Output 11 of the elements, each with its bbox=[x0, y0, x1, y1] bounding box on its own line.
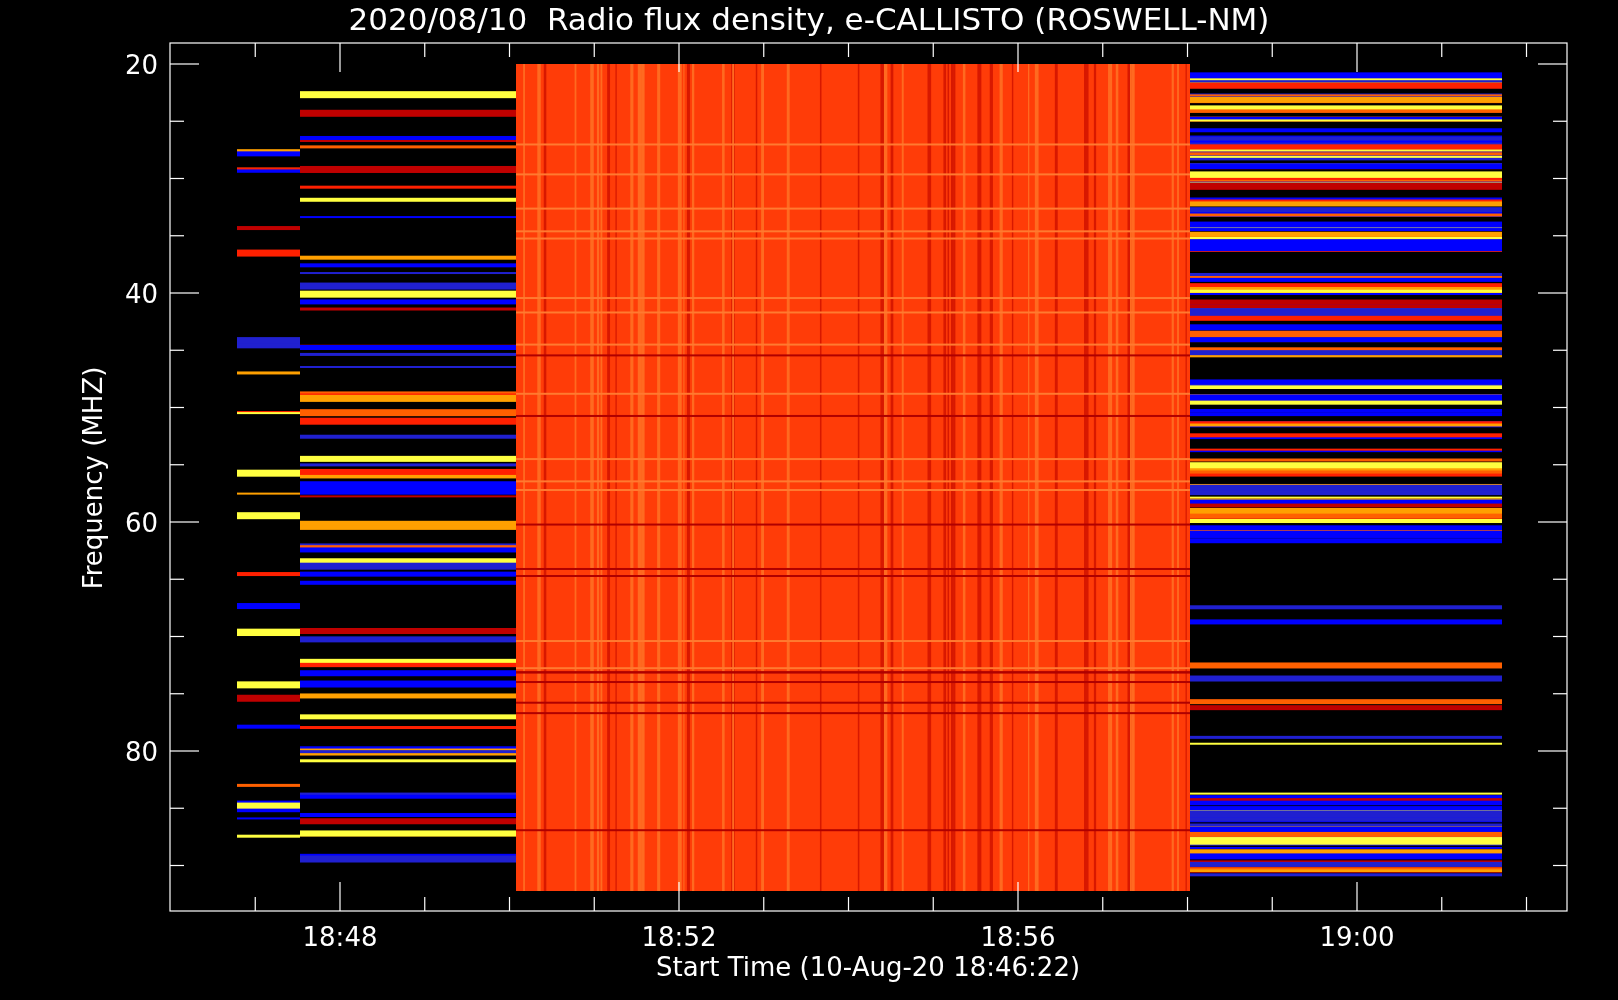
x-tick-label: 18:48 bbox=[302, 922, 378, 952]
x-tick-label: 18:56 bbox=[980, 922, 1056, 952]
chart-title: 2020/08/10 Radio flux density, e-CALLISTO (ROSWELL-NM) bbox=[348, 1, 1270, 37]
y-tick-label: 40 bbox=[124, 279, 158, 309]
y-axis-title: Frequency (MHZ) bbox=[78, 366, 108, 590]
x-tick-label: 19:00 bbox=[1319, 922, 1395, 952]
x-tick-label: 18:52 bbox=[641, 922, 717, 952]
x-axis-title: Start Time (10-Aug-20 18:46:22) bbox=[655, 952, 1081, 982]
y-tick-label: 60 bbox=[124, 508, 158, 538]
y-tick-label: 80 bbox=[124, 737, 158, 767]
y-tick-label: 20 bbox=[124, 50, 158, 80]
